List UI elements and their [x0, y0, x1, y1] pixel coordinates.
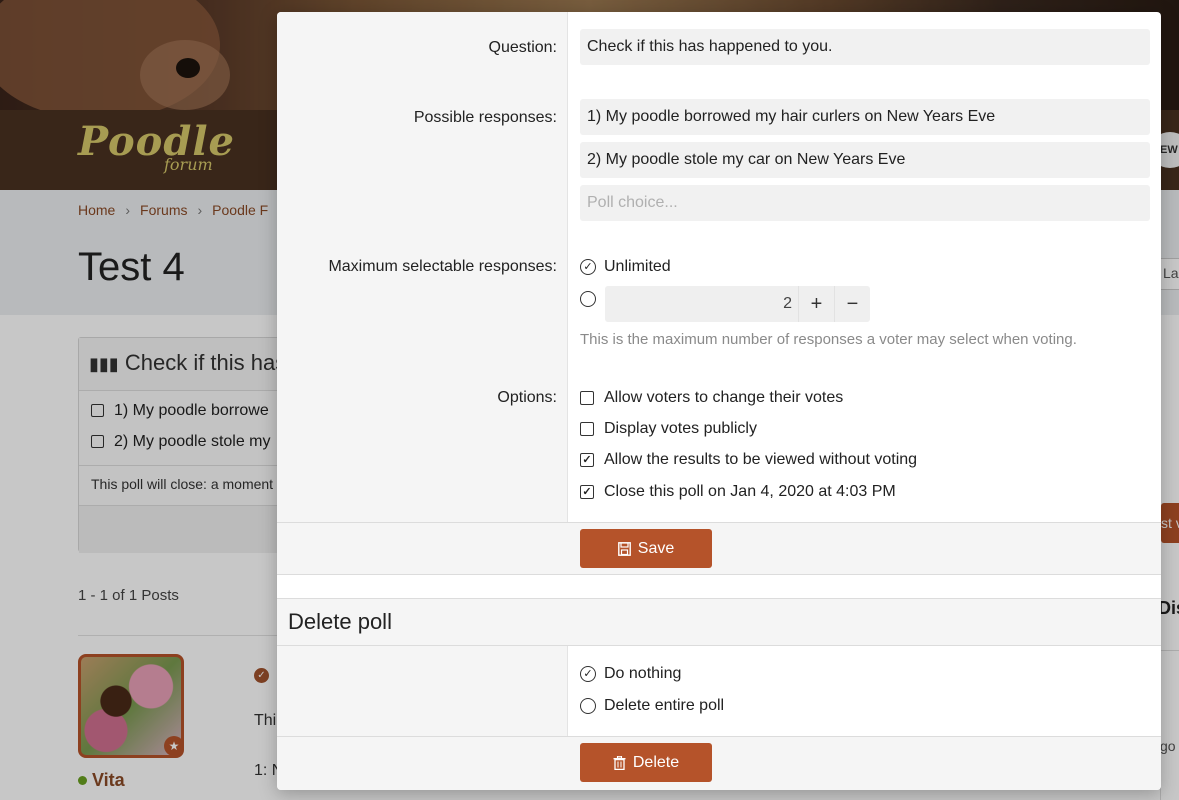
radio-checked-icon[interactable]: ✓: [580, 666, 596, 682]
response-input-1[interactable]: [580, 99, 1150, 135]
checkbox-checked-icon[interactable]: ✓: [580, 485, 594, 499]
label-column: [277, 646, 568, 736]
max-responses-label: Maximum selectable responses:: [328, 258, 557, 275]
delete-button[interactable]: Delete: [580, 743, 712, 782]
unlimited-option[interactable]: ✓ Unlimited: [580, 258, 671, 276]
option-close-poll[interactable]: ✓ Close this poll on Jan 4, 2020 at 4:03…: [580, 483, 896, 501]
delete-poll-heading: Delete poll: [277, 598, 1161, 646]
save-bar: Save: [277, 522, 1161, 575]
delete-poll-form: ✓ Do nothing Delete entire poll: [277, 646, 1161, 736]
radio-checked-icon[interactable]: ✓: [580, 259, 596, 275]
edit-poll-modal: Question: Possible responses: Maximum se…: [277, 12, 1161, 790]
options-label: Options:: [497, 389, 557, 406]
poll-edit-form: Question: Possible responses: Maximum se…: [277, 12, 1161, 522]
option-view-results[interactable]: ✓ Allow the results to be viewed without…: [580, 451, 917, 469]
save-button[interactable]: Save: [580, 529, 712, 568]
option-label: Allow voters to change their votes: [604, 389, 844, 406]
question-label: Question:: [488, 39, 557, 56]
delete-button-label: Delete: [632, 753, 680, 771]
option-display-publicly[interactable]: Display votes publicly: [580, 420, 757, 438]
delete-entire-poll-option[interactable]: Delete entire poll: [580, 697, 724, 715]
checkbox-checked-icon[interactable]: ✓: [580, 453, 594, 467]
stepper-value[interactable]: 2: [605, 286, 798, 322]
response-input-new[interactable]: [580, 185, 1150, 221]
option-label: Display votes publicly: [604, 420, 757, 437]
max-responses-hint: This is the maximum number of responses …: [580, 331, 1077, 348]
checkbox-icon[interactable]: [580, 422, 594, 436]
delete-entire-poll-label: Delete entire poll: [604, 697, 725, 714]
save-button-label: Save: [637, 539, 675, 557]
unlimited-label: Unlimited: [604, 258, 671, 275]
do-nothing-option[interactable]: ✓ Do nothing: [580, 665, 681, 683]
responses-label: Possible responses:: [413, 109, 557, 126]
response-input-2[interactable]: [580, 142, 1150, 178]
do-nothing-label: Do nothing: [604, 665, 682, 682]
radio-icon[interactable]: [580, 698, 596, 714]
delete-bar: Delete: [277, 736, 1161, 790]
radio-icon[interactable]: [580, 291, 596, 307]
increment-button[interactable]: +: [798, 286, 834, 322]
option-change-votes[interactable]: Allow voters to change their votes: [580, 389, 843, 407]
limited-option[interactable]: [580, 291, 596, 307]
option-label: Allow the results to be viewed without v…: [604, 451, 918, 468]
decrement-button[interactable]: −: [834, 286, 870, 322]
max-responses-stepper[interactable]: 2 + −: [605, 286, 870, 322]
question-input[interactable]: [580, 29, 1150, 65]
save-icon: [617, 541, 631, 556]
option-label: Close this poll on Jan 4, 2020 at 4:03 P…: [604, 483, 896, 500]
checkbox-icon[interactable]: [580, 391, 594, 405]
trash-icon: [613, 755, 626, 770]
